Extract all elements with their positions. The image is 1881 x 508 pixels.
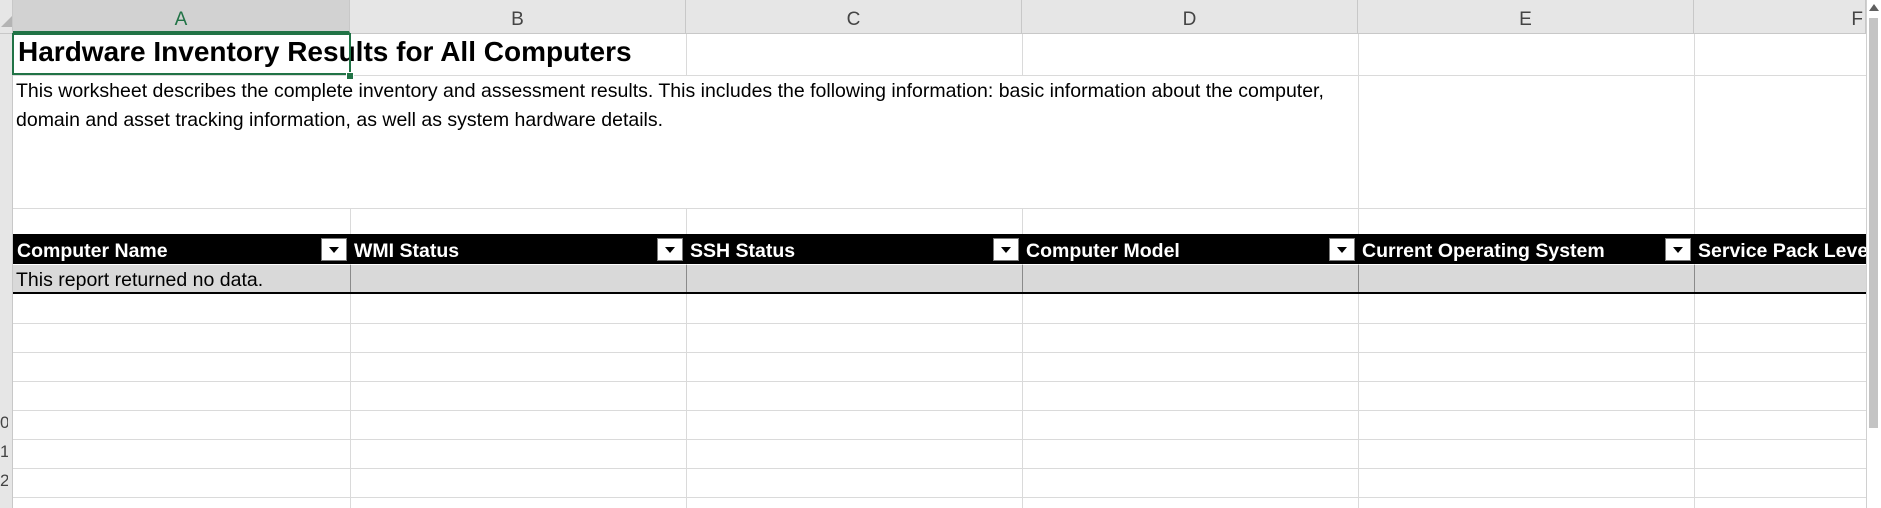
table-bottom-border — [13, 292, 1866, 294]
gridline-horizontal — [13, 208, 1866, 209]
gridline-horizontal — [13, 323, 1866, 324]
filter-dropdown-button[interactable] — [321, 238, 347, 261]
active-cell-selection[interactable] — [12, 33, 351, 75]
table-header-computer-name: Computer Name — [17, 240, 168, 262]
cell-border — [1358, 265, 1359, 293]
gridline-horizontal — [13, 439, 1866, 440]
cell-border — [1022, 265, 1023, 293]
dropdown-arrow-icon — [1337, 247, 1347, 253]
gridline-horizontal — [13, 468, 1866, 469]
row-header-gutter — [0, 34, 13, 508]
gridline-horizontal — [13, 410, 1866, 411]
scrollbar-thumb[interactable] — [1869, 18, 1878, 428]
column-header-c[interactable]: C — [686, 0, 1022, 33]
column-header-d[interactable]: D — [1022, 0, 1358, 33]
table-row[interactable] — [13, 265, 1866, 293]
fill-handle[interactable] — [346, 72, 354, 80]
gridline-horizontal — [13, 497, 1866, 498]
table-header-service-pack-level: Service Pack Level, — [1698, 240, 1866, 262]
row-number[interactable]: 1 — [0, 442, 8, 462]
table-header-ssh-status: SSH Status — [690, 240, 796, 262]
dropdown-arrow-icon — [329, 247, 339, 253]
table-header-wmi-status: WMI Status — [354, 240, 460, 262]
scroll-up-arrow-icon[interactable] — [1869, 4, 1879, 11]
filter-dropdown-button[interactable] — [1329, 238, 1355, 261]
cell-border — [1694, 265, 1695, 293]
column-header-f[interactable]: F — [1694, 0, 1866, 33]
column-header-e[interactable]: E — [1358, 0, 1694, 33]
worksheet-description: This worksheet describes the complete in… — [16, 80, 1324, 131]
table-header-computer-model: Computer Model — [1026, 240, 1180, 262]
cell-border — [350, 265, 351, 293]
dropdown-arrow-icon — [665, 247, 675, 253]
filter-dropdown-button[interactable] — [657, 238, 683, 261]
table-header-current-operating-system: Current Operating System — [1362, 240, 1605, 262]
gridline-horizontal — [13, 352, 1866, 353]
filter-dropdown-button[interactable] — [1665, 238, 1691, 261]
select-all-triangle-icon — [1, 16, 12, 27]
filter-dropdown-button[interactable] — [993, 238, 1019, 261]
column-header-b[interactable]: B — [350, 0, 686, 33]
cell-border — [686, 265, 687, 293]
gridline-horizontal — [13, 381, 1866, 382]
dropdown-arrow-icon — [1673, 247, 1683, 253]
table-cell-computer-name[interactable]: This report returned no data. — [16, 266, 263, 294]
dropdown-arrow-icon — [1001, 247, 1011, 253]
row-number[interactable]: 0 — [0, 413, 8, 433]
row-number[interactable]: 2 — [0, 471, 8, 491]
column-header-a[interactable]: A — [13, 0, 350, 33]
